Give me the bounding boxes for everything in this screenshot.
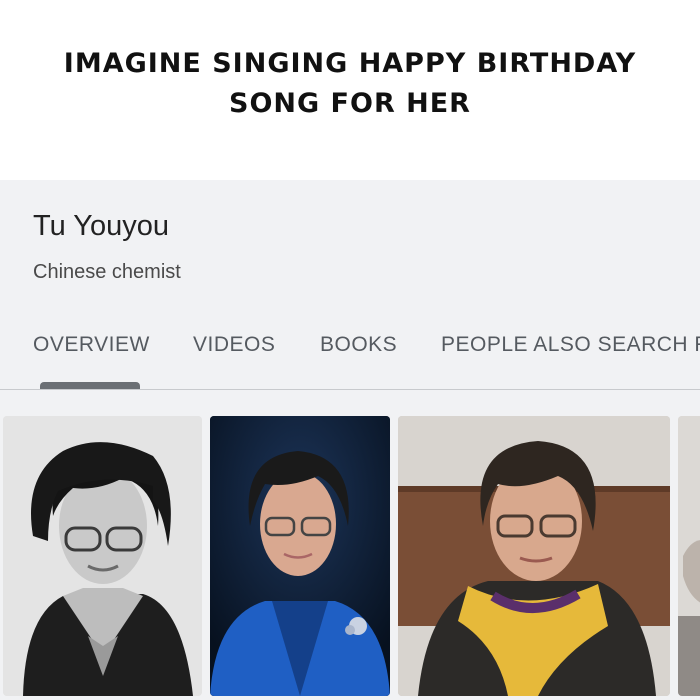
tab-bar: OVERVIEW VIDEOS BOOKS PEOPLE ALSO SEARCH… — [0, 333, 700, 389]
entity-title: Tu Youyou — [33, 210, 169, 242]
tab-people-also-search-for[interactable]: PEOPLE ALSO SEARCH F — [441, 333, 700, 357]
meme-caption: IMAGINE SINGING HAPPY BIRTHDAY SONG FOR … — [0, 44, 700, 124]
image-thumbnail-3[interactable] — [398, 416, 670, 696]
tab-books[interactable]: BOOKS — [320, 333, 397, 357]
portrait-blue-photo — [210, 416, 390, 696]
active-tab-indicator — [40, 382, 140, 389]
image-strip — [0, 416, 700, 700]
portrait-bw-photo — [3, 416, 202, 696]
portrait-scarf-photo — [398, 416, 670, 696]
tabs-divider — [0, 389, 700, 390]
image-thumbnail-1[interactable] — [3, 416, 202, 696]
image-thumbnail-2[interactable] — [210, 416, 390, 696]
tab-videos[interactable]: VIDEOS — [193, 333, 275, 357]
portrait-partial-photo — [678, 416, 700, 696]
image-thumbnail-4[interactable] — [678, 416, 700, 696]
caption-line-2: SONG FOR HER — [229, 88, 471, 119]
tab-overview[interactable]: OVERVIEW — [33, 333, 150, 357]
caption-line-1: IMAGINE SINGING HAPPY BIRTHDAY — [63, 48, 637, 79]
entity-subtitle: Chinese chemist — [33, 261, 181, 283]
